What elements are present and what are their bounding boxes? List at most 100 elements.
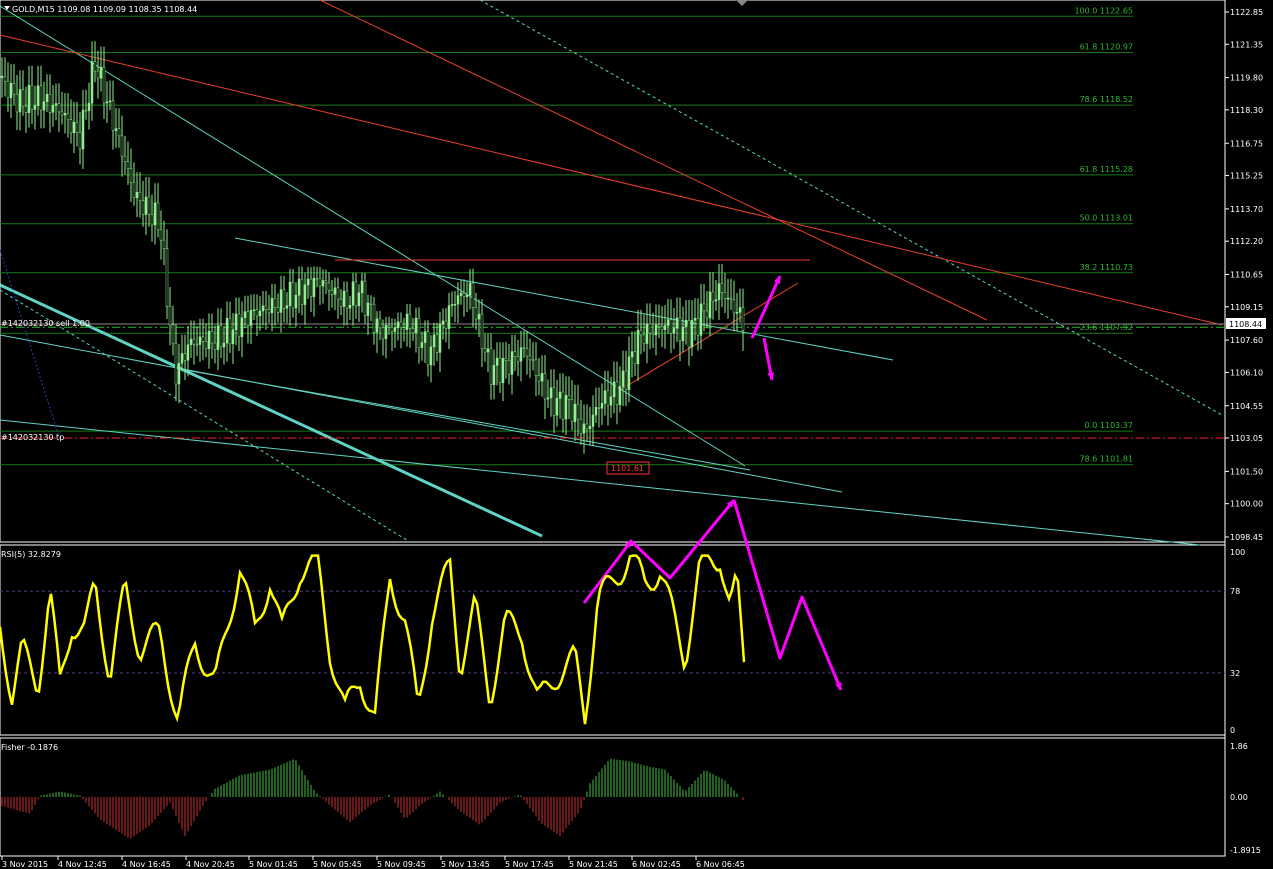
- candle-body: [411, 328, 415, 334]
- trendline-red-long[interactable]: [0, 34, 1223, 326]
- time-tick-label: 5 Nov 09:45: [377, 860, 426, 869]
- candle-body: [474, 307, 478, 320]
- candle-body: [348, 304, 352, 309]
- candle-body: [231, 329, 235, 345]
- candle-body: [456, 295, 460, 305]
- candle-body: [672, 328, 676, 334]
- candle-body: [327, 282, 331, 291]
- rsi-pane-frame: [0, 544, 1226, 736]
- candle-body: [687, 319, 691, 348]
- trendline-cyan[interactable]: [0, 419, 1201, 546]
- candle-body: [585, 423, 589, 430]
- candle-body: [114, 128, 118, 131]
- arrow-rsi-forecast[interactable]: [732, 499, 843, 691]
- candle-body: [609, 396, 613, 406]
- price-tick-label: 1115.25: [1230, 172, 1263, 181]
- arrow-up-price[interactable]: [750, 275, 782, 339]
- candle-body: [612, 381, 616, 398]
- candle-body: [648, 323, 652, 334]
- candle-body: [120, 135, 124, 157]
- candle-body: [63, 113, 67, 116]
- arrow-rsi-rise-1[interactable]: [582, 539, 634, 604]
- time-tick-label: 4 Nov 12:45: [58, 860, 107, 869]
- price-tick-label: 1121.35: [1230, 40, 1263, 49]
- candle-body: [537, 375, 541, 382]
- candle-body: [285, 305, 289, 309]
- candle-body: [636, 329, 640, 364]
- candle-body: [735, 311, 739, 314]
- candle-body: [642, 334, 646, 344]
- candle-body: [333, 287, 337, 295]
- candle-body: [504, 358, 508, 361]
- trendline-cyan[interactable]: [184, 369, 751, 471]
- candle-body: [378, 318, 382, 329]
- order-lines[interactable]: [0, 323, 1225, 439]
- candle-body: [390, 326, 394, 332]
- candle-body: [498, 357, 502, 384]
- candle-body: [618, 386, 622, 405]
- sell-order-label[interactable]: #142032130 sell 1.00: [1, 319, 90, 328]
- candle-body: [186, 344, 190, 361]
- candle-body: [336, 287, 340, 300]
- candle-body: [351, 281, 355, 306]
- current-price-label: 1108.44: [1229, 320, 1262, 329]
- candle-body: [696, 318, 700, 336]
- candle-body: [606, 390, 610, 406]
- candle-body: [288, 281, 292, 306]
- candle-body: [657, 324, 661, 327]
- candle-body: [480, 313, 484, 349]
- candle-body: [666, 319, 670, 326]
- candle-body: [291, 281, 295, 309]
- candle-body: [30, 85, 34, 110]
- arrow-rsi-rise-2[interactable]: [630, 499, 736, 580]
- candle-body: [255, 309, 259, 317]
- candle-body: [429, 346, 433, 366]
- candle-body: [600, 403, 604, 409]
- candle-body: [594, 407, 598, 416]
- rsi-axis-ticks: 100 78 32 0: [1230, 548, 1245, 735]
- candle-body: [702, 303, 706, 312]
- candle-body: [282, 289, 286, 309]
- candle-body: [261, 305, 265, 312]
- candle-body: [276, 307, 280, 313]
- rsi-tick-label: 78: [1230, 587, 1240, 596]
- candle-body: [621, 370, 625, 387]
- candle-body: [21, 89, 25, 107]
- symbol-header-text: GOLD,M15 1109.08 1109.09 1108.35 1108.44: [12, 5, 197, 14]
- trendline-cyan[interactable]: [234, 237, 894, 361]
- candle-body: [339, 298, 343, 307]
- candle-body: [366, 302, 370, 316]
- candle-body: [183, 353, 187, 361]
- candle-body: [507, 360, 511, 375]
- candle-body: [369, 302, 373, 305]
- fisher-axis-ticks: 1.86 0.00 -1.8915: [1230, 742, 1261, 855]
- candle-body: [111, 100, 115, 131]
- candle-body: [408, 313, 412, 329]
- chart-shift-marker-icon[interactable]: [736, 0, 748, 6]
- trendline-cyan[interactable]: [0, 334, 843, 493]
- candle-body: [570, 399, 574, 422]
- price-pane-frame: [0, 0, 1226, 543]
- time-tick-label: 5 Nov 05:45: [313, 860, 362, 869]
- candle-body: [225, 318, 229, 344]
- candle-body: [102, 66, 106, 104]
- candle-body: [198, 336, 202, 345]
- candle-body: [33, 105, 37, 110]
- candle-body: [660, 326, 664, 330]
- mt4-chart-window[interactable]: 100.0 1122.65 61.8 1120.97 78.6 1118.52 61.…: [0, 0, 1273, 869]
- trendline-cyan[interactable]: [0, 5, 746, 467]
- candle-body: [9, 83, 13, 98]
- candle-body: [69, 119, 73, 134]
- channel-dotted-upper[interactable]: [479, 0, 1223, 416]
- candle-body: [90, 61, 94, 104]
- candle-body: [453, 303, 457, 306]
- annotation-arrows[interactable]: [582, 275, 843, 691]
- candle-body: [654, 324, 658, 336]
- rsi-tick-label: 0: [1230, 726, 1235, 735]
- chart-canvas[interactable]: 100.0 1122.65 61.8 1120.97 78.6 1118.52 61.…: [0, 0, 1273, 869]
- candle-body: [564, 395, 568, 420]
- candle-body: [423, 331, 427, 343]
- time-tick-label: 6 Nov 02:45: [632, 860, 681, 869]
- tp-order-label[interactable]: #142032130 tp: [1, 433, 64, 442]
- candle-body: [165, 248, 169, 307]
